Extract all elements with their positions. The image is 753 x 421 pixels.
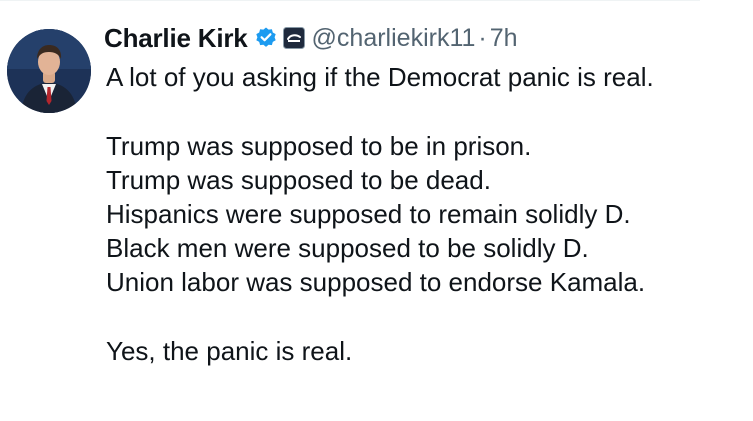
tweet-line: Black men were supposed to be solidly D. xyxy=(106,233,589,263)
tweet[interactable]: Charlie Kirk @charliekirk11 · 7h A lot o… xyxy=(0,0,753,421)
verified-badge-icon[interactable] xyxy=(254,26,278,50)
tweet-line: Trump was supposed to be dead. xyxy=(106,165,491,195)
tweet-line: Yes, the panic is real. xyxy=(106,336,353,366)
avatar[interactable] xyxy=(7,29,91,113)
tweet-line: Trump was supposed to be in prison. xyxy=(106,131,532,161)
timestamp[interactable]: 7h xyxy=(490,24,518,53)
display-name[interactable]: Charlie Kirk xyxy=(104,23,248,54)
author-handle[interactable]: @charliekirk11 xyxy=(312,24,476,53)
header-separator: · xyxy=(478,23,487,52)
tweet-line: Union labor was supposed to endorse Kama… xyxy=(106,267,646,297)
tweet-line: A lot of you asking if the Democrat pani… xyxy=(106,62,654,92)
profile-photo xyxy=(7,29,91,113)
tweet-text: A lot of you asking if the Democrat pani… xyxy=(106,60,746,368)
affiliate-badge-icon[interactable] xyxy=(282,27,305,49)
tweet-line: Hispanics were supposed to remain solidl… xyxy=(106,199,631,229)
tweet-header: Charlie Kirk @charliekirk11 · 7h xyxy=(104,21,518,55)
